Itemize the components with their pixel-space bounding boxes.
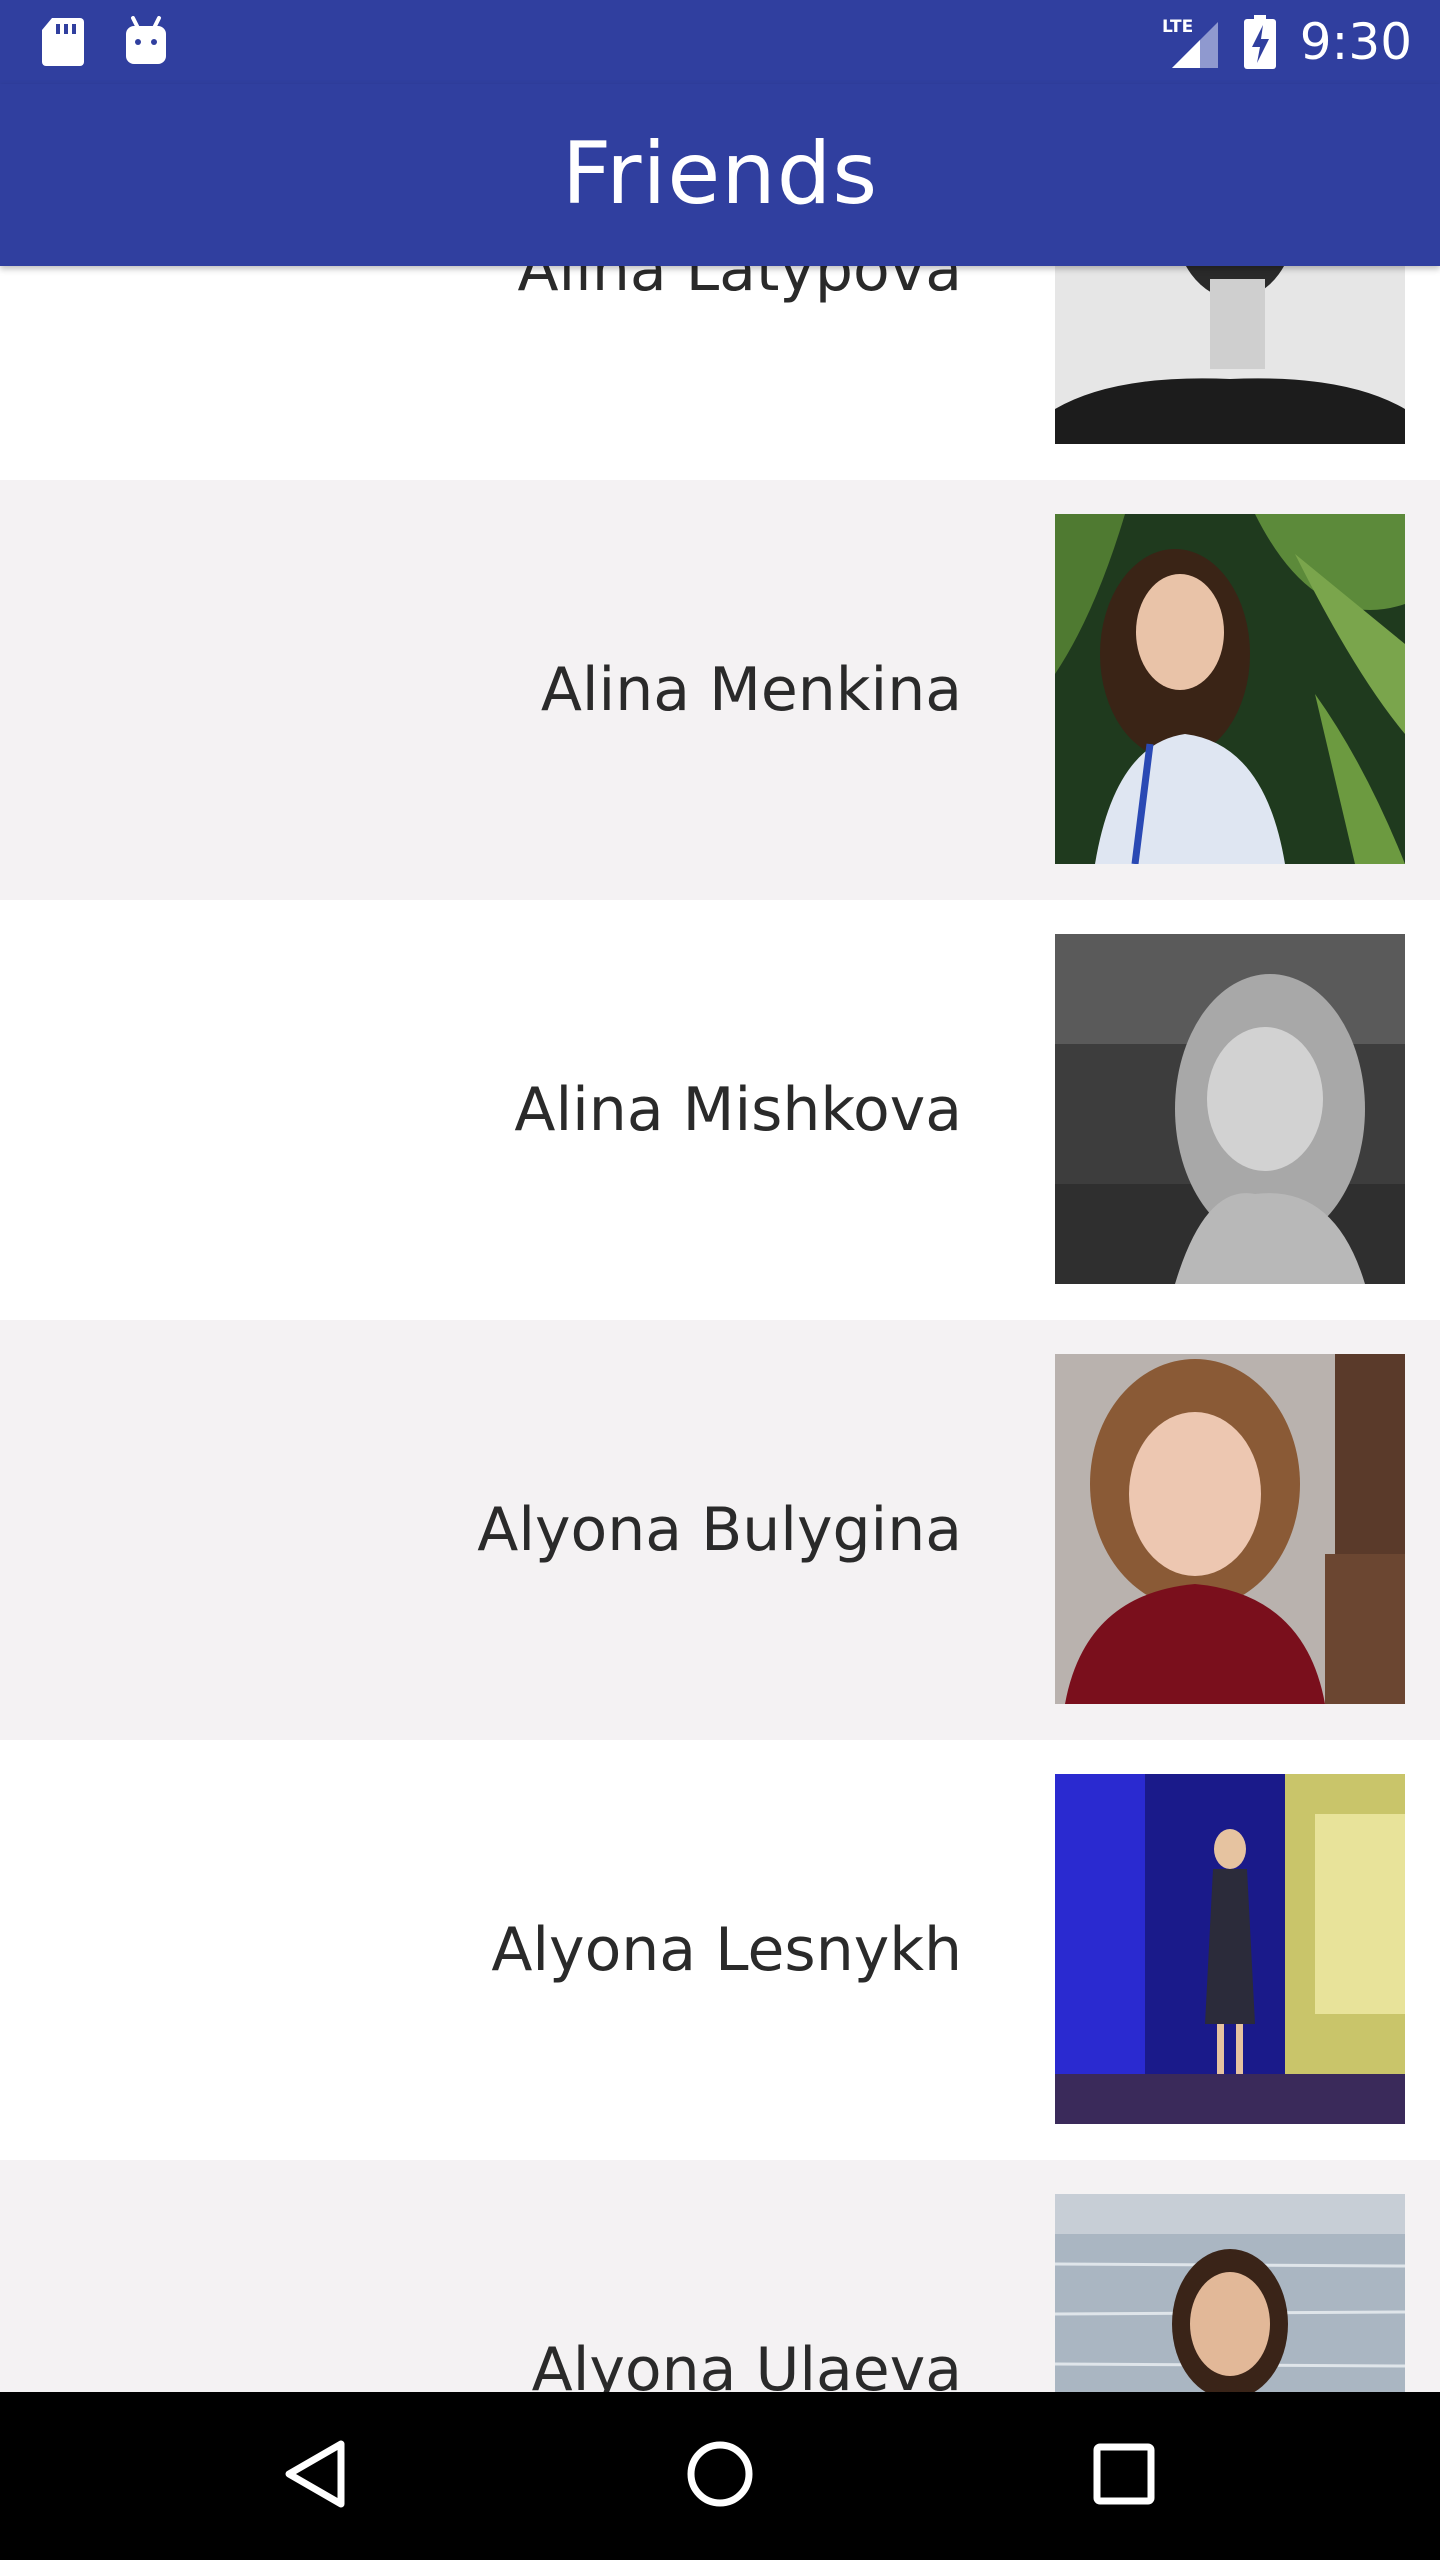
status-bar: LTE 9:30 bbox=[0, 0, 1440, 84]
friend-name: Alyona Bulygina bbox=[477, 1495, 962, 1565]
friend-photo[interactable] bbox=[1055, 2194, 1405, 2392]
friend-row[interactable]: Alina Latypova bbox=[0, 266, 1440, 480]
app-bar: Friends bbox=[0, 84, 1440, 266]
friend-name: Alyona Lesnykh bbox=[491, 1915, 962, 1985]
recents-button[interactable] bbox=[1074, 2426, 1174, 2526]
friends-list[interactable]: Alina Latypova Alina Menkina Alina Mishk… bbox=[0, 266, 1440, 2392]
friend-photo[interactable] bbox=[1055, 1354, 1405, 1704]
android-icon bbox=[124, 16, 168, 71]
status-indicators: LTE 9:30 bbox=[1160, 0, 1412, 84]
battery-charging-icon bbox=[1243, 15, 1276, 69]
friend-photo[interactable] bbox=[1055, 266, 1405, 444]
back-icon bbox=[281, 2438, 351, 2515]
friend-photo[interactable] bbox=[1055, 1774, 1405, 2124]
friend-photo[interactable] bbox=[1055, 934, 1405, 1284]
friend-name: Alina Latypova bbox=[517, 266, 962, 305]
friend-row[interactable]: Alina Mishkova bbox=[0, 900, 1440, 1320]
svg-text:LTE: LTE bbox=[1162, 17, 1193, 37]
friend-row[interactable]: Alyona Bulygina bbox=[0, 1320, 1440, 1740]
friend-photo[interactable] bbox=[1055, 514, 1405, 864]
friend-name: Alina Mishkova bbox=[514, 1075, 962, 1145]
home-icon bbox=[684, 2438, 756, 2515]
home-button[interactable] bbox=[670, 2426, 770, 2526]
recents-icon bbox=[1092, 2442, 1156, 2511]
friend-name: Alina Menkina bbox=[540, 655, 962, 725]
friend-row[interactable]: Alina Menkina bbox=[0, 480, 1440, 900]
navigation-bar bbox=[0, 2392, 1440, 2560]
page-title: Friends bbox=[561, 124, 879, 224]
friends-screen: LTE 9:30 Friends Alina Latypova Alina Me… bbox=[0, 0, 1440, 2560]
clock: 9:30 bbox=[1299, 13, 1412, 71]
friend-row[interactable]: Alyona Ulaeva bbox=[0, 2160, 1440, 2392]
sd-card-icon bbox=[40, 16, 86, 73]
lte-signal-icon: LTE bbox=[1160, 14, 1222, 70]
back-button[interactable] bbox=[266, 2426, 366, 2526]
friend-name: Alyona Ulaeva bbox=[531, 2335, 962, 2392]
friend-row[interactable]: Alyona Lesnykh bbox=[0, 1740, 1440, 2160]
